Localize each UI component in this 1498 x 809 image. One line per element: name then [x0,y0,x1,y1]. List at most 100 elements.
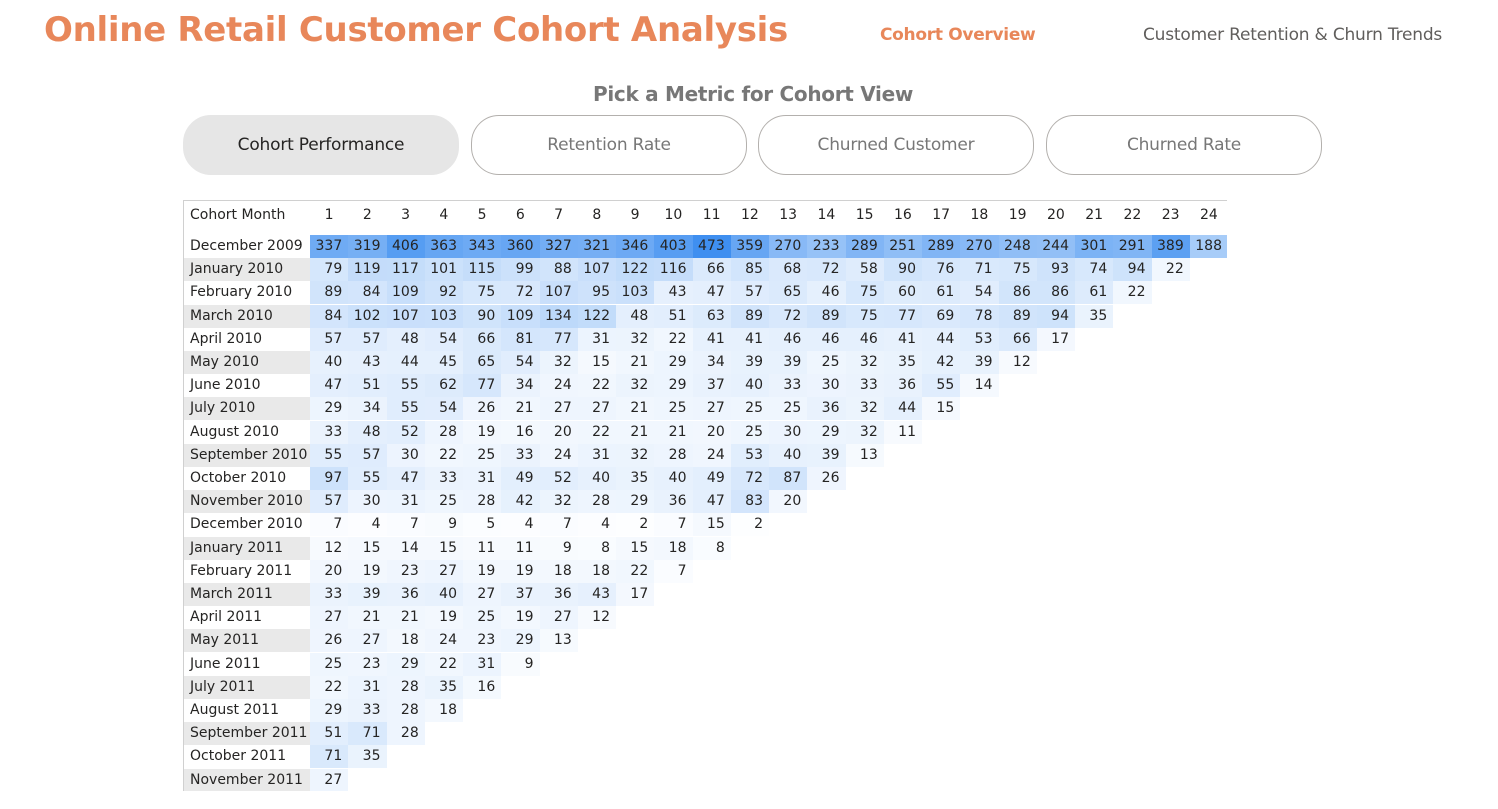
table-cell: 22 [310,675,349,699]
table-cell: 22 [1113,281,1152,305]
table-cell: 27 [424,559,463,583]
table-cell: 360 [501,235,540,258]
table-cell: 29 [616,490,655,514]
column-header[interactable]: 2 [348,201,386,229]
cohort-performance-button[interactable]: Cohort Performance [183,115,459,175]
column-header[interactable]: 15 [846,201,884,229]
column-header[interactable]: 22 [1113,201,1151,229]
table-cell: 343 [463,235,502,258]
table-cell: 83 [730,490,769,514]
column-header[interactable]: 16 [884,201,922,229]
table-cell: 7 [386,513,425,537]
table-cell: 19 [463,420,502,444]
table-cell: 43 [348,351,387,374]
table-cell: 30 [386,443,425,467]
column-header[interactable]: 12 [731,201,769,229]
column-header[interactable]: 19 [999,201,1037,229]
column-header[interactable]: 13 [769,201,807,229]
column-header[interactable]: 6 [501,201,539,229]
table-cell: 19 [501,606,540,630]
table-cell: 28 [386,699,425,722]
churned-customer-button[interactable]: Churned Customer [758,115,1034,175]
table-cell: 244 [1036,235,1075,258]
table-cell: 20 [310,559,349,583]
column-header[interactable]: 3 [387,201,425,229]
table-cell: 29 [501,629,540,653]
table-cell: 363 [424,235,463,258]
table-cell: 39 [730,351,769,374]
table-cell: 71 [348,722,387,746]
table-cell: 36 [654,490,693,514]
column-header[interactable]: 1 [310,201,348,229]
table-cell: 17 [616,583,655,606]
table-cell: 66 [692,258,731,282]
row-label: November 2010 [184,490,310,514]
table-cell: 21 [348,606,387,630]
table-cell: 28 [386,675,425,699]
table-cell: 31 [463,652,502,676]
table-cell: 55 [386,397,425,421]
table-cell: 75 [998,258,1037,282]
table-cell: 49 [692,467,731,490]
table-cell: 33 [501,443,540,467]
column-header[interactable]: 21 [1075,201,1113,229]
table-cell: 389 [1151,235,1190,258]
table-cell: 46 [769,327,808,351]
table-cell: 22 [1151,258,1190,282]
column-header[interactable]: 11 [693,201,731,229]
column-header[interactable]: 9 [616,201,654,229]
page-title: Online Retail Customer Cohort Analysis [44,10,788,50]
table-cell: 327 [539,235,578,258]
table-cell: 116 [654,258,693,282]
table-row: August 2010 33 48 52 28 19 16 20 22 21 21 20 25 30 29 3… [184,420,1227,444]
table-cell: 46 [807,327,846,351]
table-cell: 115 [463,258,502,282]
column-header[interactable]: 14 [807,201,845,229]
churned-rate-button[interactable]: Churned Rate [1046,115,1322,175]
table-cell: 337 [310,235,349,258]
table-cell: 119 [348,258,387,282]
table-cell: 14 [386,536,425,560]
table-cell: 57 [310,490,349,514]
retention-rate-button[interactable]: Retention Rate [471,115,747,175]
table-cell: 72 [730,467,769,490]
table-cell: 122 [616,258,655,282]
table-cell: 22 [577,374,616,398]
table-cell: 53 [960,327,999,351]
table-cell: 42 [501,490,540,514]
nav-retention-churn-trends[interactable]: Customer Retention & Churn Trends [1143,25,1442,45]
column-header[interactable]: 20 [1037,201,1075,229]
table-cell: 48 [616,304,655,328]
column-header[interactable]: 10 [654,201,692,229]
column-header[interactable]: 4 [425,201,463,229]
table-cell: 47 [692,490,731,514]
column-header-cohort-month[interactable]: Cohort Month [184,201,310,229]
table-cell: 26 [310,629,349,653]
nav-cohort-overview[interactable]: Cohort Overview [880,25,1036,45]
table-cell: 66 [463,327,502,351]
column-header[interactable]: 7 [540,201,578,229]
table-cell: 35 [616,467,655,490]
column-header[interactable]: 18 [960,201,998,229]
row-label: April 2010 [190,330,263,347]
table-row: September 2011 51 71 28 [184,722,1227,746]
table-cell: 20 [769,490,808,514]
table-cell: 47 [386,467,425,490]
column-header[interactable]: 24 [1190,201,1227,229]
column-header[interactable]: 17 [922,201,960,229]
table-cell: 24 [539,374,578,398]
table-cell: 33 [310,420,349,444]
table-cell: 28 [424,420,463,444]
table-cell: 12 [310,536,349,560]
row-label: February 2010 [190,284,293,301]
table-cell: 233 [807,235,846,258]
table-cell: 78 [960,304,999,328]
column-header[interactable]: 8 [578,201,616,229]
table-cell: 18 [577,559,616,583]
column-header[interactable]: 23 [1152,201,1190,229]
table-cell: 9 [424,513,463,537]
metric-picker-title: Pick a Metric for Cohort View [592,82,914,106]
table-cell: 32 [845,420,884,444]
column-header[interactable]: 5 [463,201,501,229]
table-cell: 57 [348,443,387,467]
